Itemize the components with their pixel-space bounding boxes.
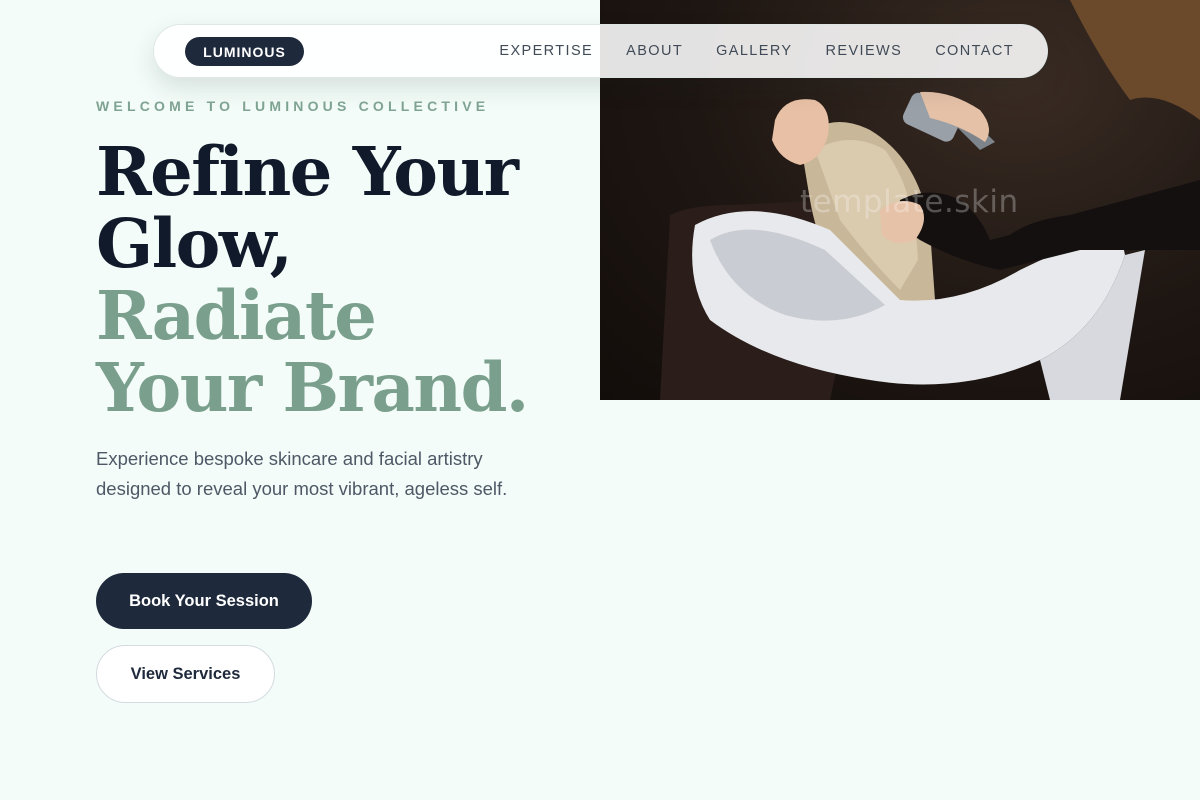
hero-subtext: Experience bespoke skincare and facial a… [96, 448, 508, 499]
top-navigation: LUMINOUS EXPERTISE ABOUT GALLERY REVIEWS… [153, 24, 1048, 78]
brand-logo[interactable]: LUMINOUS [185, 37, 304, 66]
nav-link-gallery[interactable]: GALLERY [716, 43, 792, 59]
view-services-button[interactable]: View Services [96, 645, 275, 703]
landing-page: template.skin LUMINOUS EXPERTISE ABOUT G… [0, 0, 1200, 800]
nav-link-about[interactable]: ABOUT [626, 43, 683, 59]
nav-link-reviews[interactable]: REVIEWS [826, 43, 903, 59]
headline-line-4: Your Brand. [96, 348, 529, 427]
headline-line-1: Refine Your [96, 132, 519, 211]
nav-link-expertise[interactable]: EXPERTISE [499, 43, 593, 59]
nav-link-contact[interactable]: CONTACT [935, 43, 1014, 59]
watermark-text: template.skin [800, 184, 1019, 220]
hero-headline: Refine Your Glow, Radiate Your Brand. [96, 132, 529, 427]
book-session-button[interactable]: Book Your Session [96, 573, 312, 629]
headline-line-3: Radiate [96, 276, 377, 355]
hero-eyebrow: WELCOME TO LUMINOUS COLLECTIVE [96, 98, 490, 114]
headline-line-2: Glow, [96, 204, 293, 283]
nav-links: EXPERTISE ABOUT GALLERY REVIEWS CONTACT [499, 25, 1014, 77]
